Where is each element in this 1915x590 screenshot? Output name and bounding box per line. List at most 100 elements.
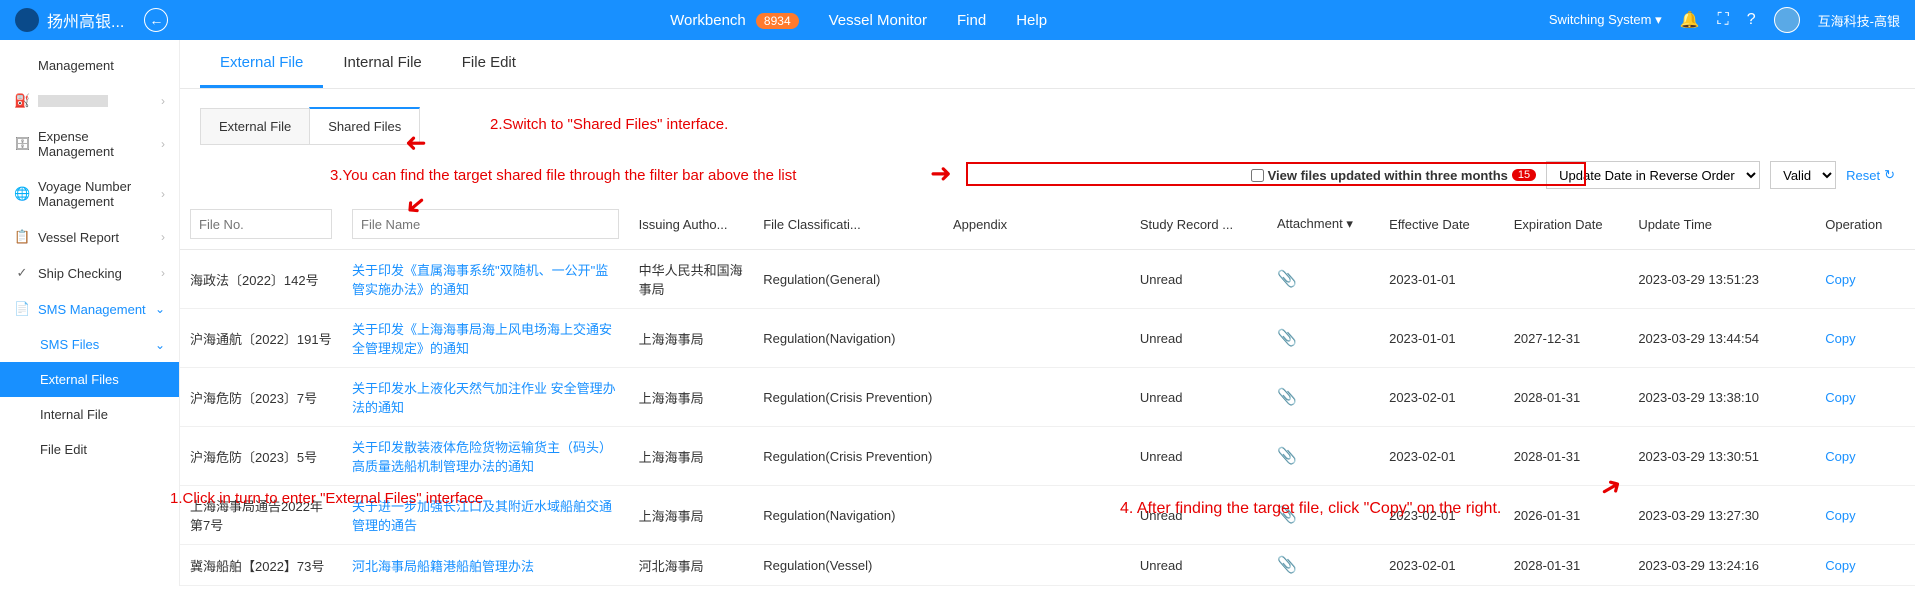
filter-bar: View files updated within three months 1… — [180, 155, 1915, 199]
cell-effective: 2023-02-01 — [1379, 545, 1504, 586]
sidebar-item-external-files[interactable]: External Files — [0, 362, 179, 397]
nav-find[interactable]: Find — [957, 12, 986, 29]
cell-effective: 2023-02-01 — [1379, 486, 1504, 545]
cell-effective: 2023-02-01 — [1379, 427, 1504, 486]
cell-appendix — [943, 545, 1130, 586]
cell-appendix — [943, 250, 1130, 309]
copy-button[interactable]: Copy — [1825, 331, 1855, 346]
app-logo — [15, 8, 39, 32]
copy-button[interactable]: Copy — [1825, 272, 1855, 287]
tabs-level-1: External File Internal File File Edit — [180, 40, 1915, 89]
tab-file-edit[interactable]: File Edit — [442, 40, 536, 88]
cell-effective: 2023-02-01 — [1379, 368, 1504, 427]
cell-update: 2023-03-29 13:38:10 — [1628, 368, 1815, 427]
copy-button[interactable]: Copy — [1825, 449, 1855, 464]
file-name-filter[interactable] — [352, 209, 619, 239]
sidebar-item-file-edit[interactable]: File Edit — [0, 432, 179, 467]
cell-issuing: 中华人民共和国海事局 — [629, 250, 754, 309]
chevron-down-icon: ⌄ — [155, 302, 165, 316]
cell-expiration: 2027-12-31 — [1504, 309, 1629, 368]
cell-classification: Regulation(Crisis Prevention) — [753, 427, 943, 486]
sidebar: Management ⛽ › 🗄Expense Management › 🌐Vo… — [0, 40, 180, 586]
nav-vessel-monitor[interactable]: Vessel Monitor — [829, 12, 927, 29]
chevron-down-icon: ⌄ — [155, 338, 165, 352]
reset-button[interactable]: Reset ↻ — [1846, 167, 1895, 183]
col-classification: File Classificati... — [753, 199, 943, 250]
count-badge: 15 — [1512, 169, 1536, 181]
cell-file-no: 海政法〔2022〕142号 — [180, 250, 342, 309]
col-attachment[interactable]: Attachment ▾ — [1267, 199, 1379, 250]
sidebar-item-sms-management[interactable]: 📄SMS Management ⌄ — [0, 291, 179, 327]
subtab-external-file[interactable]: External File — [200, 108, 310, 145]
copy-button[interactable]: Copy — [1825, 558, 1855, 573]
cell-study: Unread — [1130, 309, 1267, 368]
avatar[interactable] — [1774, 7, 1800, 33]
paperclip-icon[interactable]: 📎 — [1277, 448, 1297, 465]
paperclip-icon[interactable]: 📎 — [1277, 271, 1297, 288]
subtab-shared-files[interactable]: Shared Files — [309, 107, 420, 145]
check-icon: ✓ — [14, 265, 30, 281]
table-row: 海政法〔2022〕142号 关于印发《直属海事系统"双随机、一公开"监管实施办法… — [180, 250, 1915, 309]
checkbox-input[interactable] — [1251, 169, 1264, 182]
sidebar-item-sms-files[interactable]: SMS Files ⌄ — [0, 327, 179, 362]
tab-internal-file[interactable]: Internal File — [323, 40, 441, 88]
cell-issuing: 上海海事局 — [629, 368, 754, 427]
sidebar-item-vessel-report[interactable]: 📋Vessel Report › — [0, 219, 179, 255]
paperclip-icon[interactable]: 📎 — [1277, 330, 1297, 347]
files-table: Issuing Autho... File Classificati... Ap… — [180, 199, 1915, 586]
cell-file-no: 沪海通航〔2022〕191号 — [180, 309, 342, 368]
cell-update: 2023-03-29 13:30:51 — [1628, 427, 1815, 486]
file-name-link[interactable]: 关于进一步加强长江口及其附近水域船舶交通管理的通告 — [352, 499, 612, 533]
nav-help[interactable]: Help — [1016, 12, 1047, 29]
table-row: 冀海船舶【2022】73号 河北海事局船籍港船舶管理办法 河北海事局 Regul… — [180, 545, 1915, 586]
paperclip-icon[interactable]: 📎 — [1277, 557, 1297, 574]
workbench-badge: 8934 — [756, 13, 799, 29]
col-update: Update Time — [1628, 199, 1815, 250]
switching-system[interactable]: Switching System ▾ — [1549, 12, 1662, 28]
chevron-right-icon: › — [161, 187, 165, 201]
cell-file-no: 冀海船舶【2022】73号 — [180, 545, 342, 586]
bell-icon[interactable]: 🔔 — [1680, 10, 1700, 30]
cell-effective: 2023-01-01 — [1379, 309, 1504, 368]
file-name-link[interactable]: 关于印发《直属海事系统"双随机、一公开"监管实施办法》的通知 — [352, 263, 608, 297]
table-row: 沪海危防〔2023〕7号 关于印发水上液化天然气加注作业 安全管理办法的通知 上… — [180, 368, 1915, 427]
sidebar-item-management[interactable]: Management — [0, 48, 179, 83]
cell-issuing: 上海海事局 — [629, 309, 754, 368]
sidebar-item-expense[interactable]: 🗄Expense Management › — [0, 119, 179, 169]
file-name-link[interactable]: 关于印发散装液体危险货物运输货主（码头）高质量选船机制管理办法的通知 — [352, 440, 612, 474]
sidebar-item-redacted[interactable]: ⛽ › — [0, 83, 179, 119]
sidebar-item-ship-checking[interactable]: ✓Ship Checking › — [0, 255, 179, 291]
file-name-link[interactable]: 河北海事局船籍港船舶管理办法 — [352, 559, 534, 574]
database-icon: 🗄 — [14, 136, 30, 152]
file-name-link[interactable]: 关于印发《上海海事局海上风电场海上交通安全管理规定》的通知 — [352, 322, 612, 356]
sort-icon: ▾ — [1346, 216, 1353, 231]
view-three-months-checkbox[interactable]: View files updated within three months 1… — [1251, 168, 1537, 183]
col-study: Study Record ... — [1130, 199, 1267, 250]
fullscreen-icon[interactable]: ⛶ — [1718, 11, 1729, 29]
cell-expiration: 2028-01-31 — [1504, 545, 1629, 586]
sort-select[interactable]: Update Date in Reverse Order — [1546, 161, 1760, 189]
copy-button[interactable]: Copy — [1825, 390, 1855, 405]
table-header-row: Issuing Autho... File Classificati... Ap… — [180, 199, 1915, 250]
table-row: 沪海通航〔2022〕191号 关于印发《上海海事局海上风电场海上交通安全管理规定… — [180, 309, 1915, 368]
report-icon: 📋 — [14, 229, 30, 245]
cell-update: 2023-03-29 13:27:30 — [1628, 486, 1815, 545]
cell-study: Unread — [1130, 250, 1267, 309]
tab-external-file[interactable]: External File — [200, 40, 323, 88]
chevron-right-icon: › — [161, 94, 165, 108]
cell-study: Unread — [1130, 486, 1267, 545]
nav-workbench[interactable]: Workbench 8934 — [670, 12, 798, 29]
sidebar-item-voyage[interactable]: 🌐Voyage Number Management › — [0, 169, 179, 219]
valid-select[interactable]: Valid — [1770, 161, 1836, 189]
sidebar-item-internal-file[interactable]: Internal File — [0, 397, 179, 432]
file-no-filter[interactable] — [190, 209, 332, 239]
file-name-link[interactable]: 关于印发水上液化天然气加注作业 安全管理办法的通知 — [352, 381, 616, 415]
cell-expiration: 2026-01-31 — [1504, 486, 1629, 545]
document-icon: 📄 — [14, 301, 30, 317]
cell-expiration: 2028-01-31 — [1504, 427, 1629, 486]
help-icon[interactable]: ? — [1747, 11, 1756, 29]
paperclip-icon[interactable]: 📎 — [1277, 389, 1297, 406]
back-icon[interactable]: ← — [144, 8, 168, 32]
copy-button[interactable]: Copy — [1825, 508, 1855, 523]
paperclip-icon[interactable]: 📎 — [1277, 507, 1297, 524]
